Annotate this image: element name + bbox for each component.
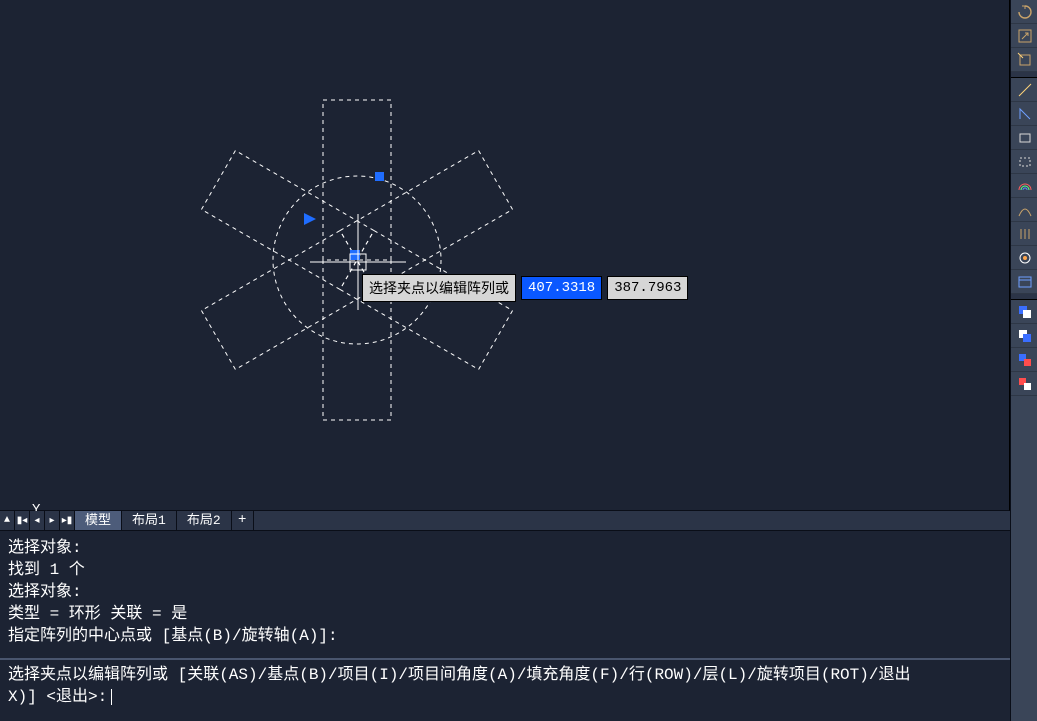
- tab-nav-up[interactable]: ▲: [0, 511, 15, 530]
- tab-add[interactable]: +: [232, 511, 254, 530]
- array-item[interactable]: [201, 151, 374, 290]
- history-line: 指定阵列的中心点或 [基点(B)/旋转轴(A)]:: [8, 625, 1002, 647]
- tab-nav-next[interactable]: ▸: [45, 511, 60, 530]
- tab-layout2[interactable]: 布局2: [177, 511, 232, 530]
- layers1-icon[interactable]: [1011, 300, 1037, 324]
- history-line: 找到 1 个: [8, 559, 1002, 581]
- tab-layout1[interactable]: 布局1: [122, 511, 177, 530]
- rainbow-icon[interactable]: [1011, 174, 1037, 198]
- grip-triangle[interactable]: [304, 213, 316, 225]
- rect-dashed-icon[interactable]: [1011, 150, 1037, 174]
- coord-y-input[interactable]: 387.7963: [607, 276, 688, 300]
- command-line[interactable]: 选择夹点以编辑阵列或 [关联(AS)/基点(B)/项目(I)/项目间角度(A)/…: [0, 658, 1010, 721]
- color-chip-icon[interactable]: [1011, 246, 1037, 270]
- tab-nav-last[interactable]: ▸▮: [60, 511, 75, 530]
- history-line: 选择对象:: [8, 581, 1002, 603]
- array-item[interactable]: [201, 231, 374, 370]
- command-history[interactable]: 选择对象: 找到 1 个 选择对象: 类型 = 环形 关联 = 是 指定阵列的中…: [0, 530, 1010, 658]
- polar-array[interactable]: [201, 100, 512, 420]
- prompt-text-l1: 选择夹点以编辑阵列或 [关联(AS)/基点(B)/项目(I)/项目间角度(A)/…: [8, 666, 910, 684]
- layers4-icon[interactable]: [1011, 372, 1037, 396]
- layers3-icon[interactable]: [1011, 348, 1037, 372]
- angle-icon[interactable]: [1011, 102, 1037, 126]
- history-line: 类型 = 环形 关联 = 是: [8, 603, 1002, 625]
- caret: [111, 689, 112, 705]
- tab-model[interactable]: 模型: [75, 511, 122, 530]
- fit-screen-icon[interactable]: [1011, 24, 1037, 48]
- grip-square[interactable]: [375, 172, 384, 181]
- prompt-text-l2: X)] <退出>:: [8, 688, 107, 706]
- line-icon[interactable]: [1011, 78, 1037, 102]
- layers2-icon[interactable]: [1011, 324, 1037, 348]
- arc-icon[interactable]: [1011, 198, 1037, 222]
- panel-icon[interactable]: [1011, 270, 1037, 294]
- tab-nav-first[interactable]: ▮◂: [15, 511, 30, 530]
- dynamic-prompt: 选择夹点以编辑阵列或: [362, 274, 516, 302]
- history-line: 选择对象:: [8, 537, 1002, 559]
- coord-x-input[interactable]: 407.3318: [521, 276, 602, 300]
- rect-outline-icon[interactable]: [1011, 126, 1037, 150]
- refresh-icon[interactable]: [1011, 0, 1037, 24]
- layout-tab-bar: ▲ ▮◂ ◂ ▸ ▸▮ 模型 布局1 布局2 +: [0, 511, 1010, 530]
- grain-icon[interactable]: [1011, 222, 1037, 246]
- right-toolbar: [1010, 0, 1037, 721]
- tab-nav-prev[interactable]: ◂: [30, 511, 45, 530]
- drawing-viewport[interactable]: 选择夹点以编辑阵列或 407.3318 387.7963 X Y: [0, 0, 1010, 511]
- dynamic-input: 选择夹点以编辑阵列或 407.3318 387.7963: [362, 274, 688, 302]
- select-window-icon[interactable]: [1011, 48, 1037, 72]
